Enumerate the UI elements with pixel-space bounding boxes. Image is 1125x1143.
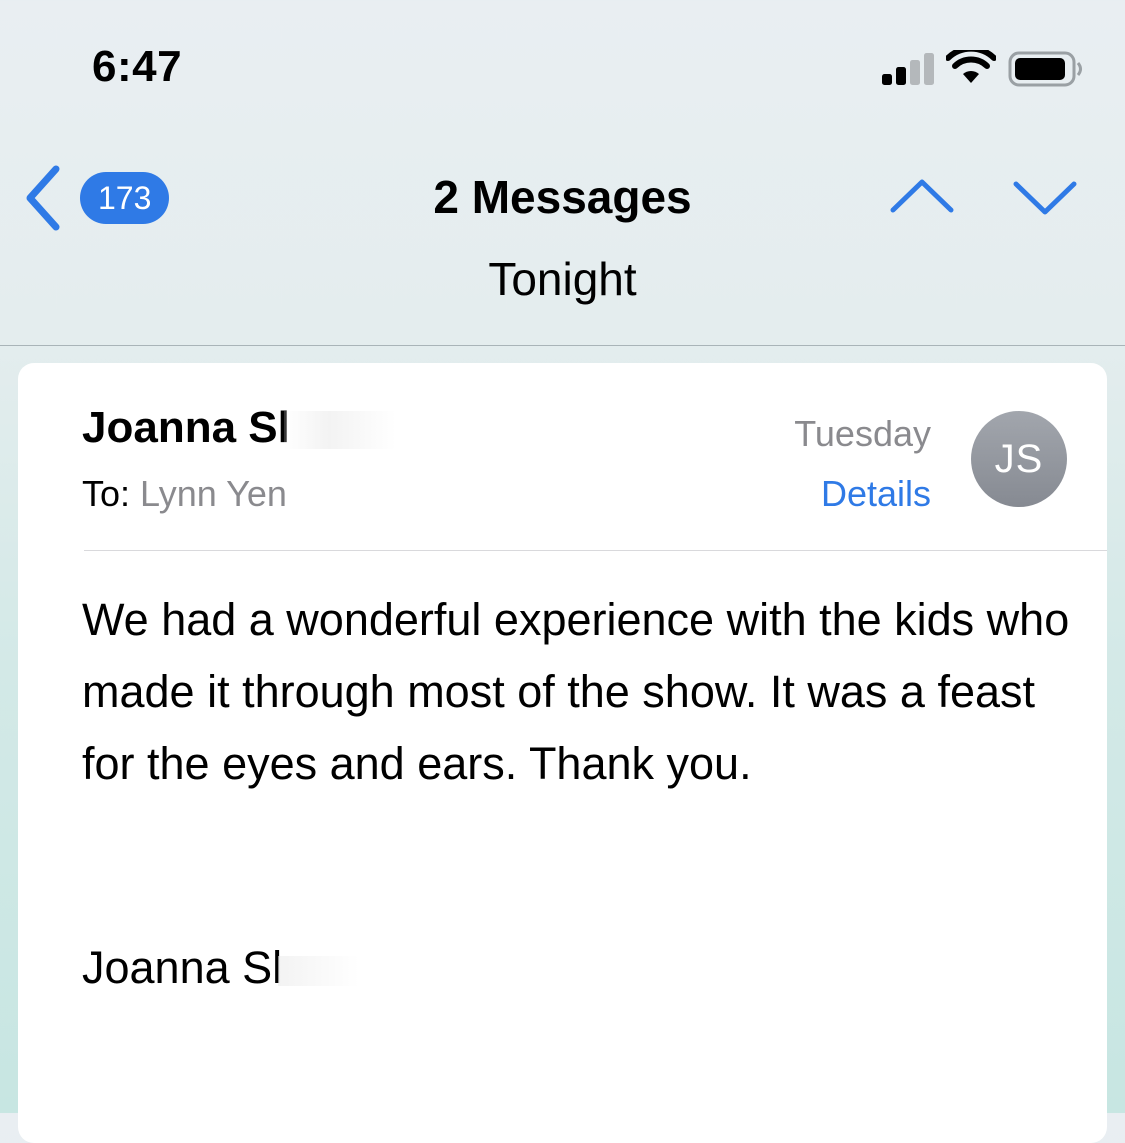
chevron-down-icon[interactable] xyxy=(1012,172,1078,222)
recipient-line: To: Lynn Yen xyxy=(82,473,287,515)
body-paragraph: We had a wonderful experience with the k… xyxy=(82,594,1070,789)
header-divider xyxy=(84,550,1107,551)
message-card: Joanna Sl To: Lynn Yen Tuesday Details JS… xyxy=(18,363,1107,1143)
thread-title: 2 Messages xyxy=(433,171,692,223)
sender-name-text: Joanna Sl xyxy=(82,403,290,452)
avatar-initials: JS xyxy=(994,436,1044,481)
cellular-signal-icon xyxy=(882,53,934,85)
wifi-icon xyxy=(946,50,996,83)
status-bar: 6:47 xyxy=(0,0,1125,130)
message-date: Tuesday xyxy=(794,413,931,454)
to-label: To: xyxy=(82,473,131,514)
signature: Joanna Sl xyxy=(82,942,369,994)
status-time: 6:47 xyxy=(92,42,183,91)
redacted-overlay xyxy=(283,411,396,450)
signature-text: Joanna Sl xyxy=(82,942,283,993)
message-body: We had a wonderful experience with the k… xyxy=(82,584,1072,800)
details-link[interactable]: Details xyxy=(821,473,931,515)
recipient-name[interactable]: Lynn Yen xyxy=(140,473,287,514)
chevron-up-icon[interactable] xyxy=(889,172,955,222)
battery-icon xyxy=(1008,51,1082,87)
redacted-overlay xyxy=(278,956,369,987)
avatar[interactable]: JS xyxy=(971,411,1067,507)
sender-name[interactable]: Joanna Sl xyxy=(82,403,396,453)
thread-subject: Tonight xyxy=(488,253,637,305)
